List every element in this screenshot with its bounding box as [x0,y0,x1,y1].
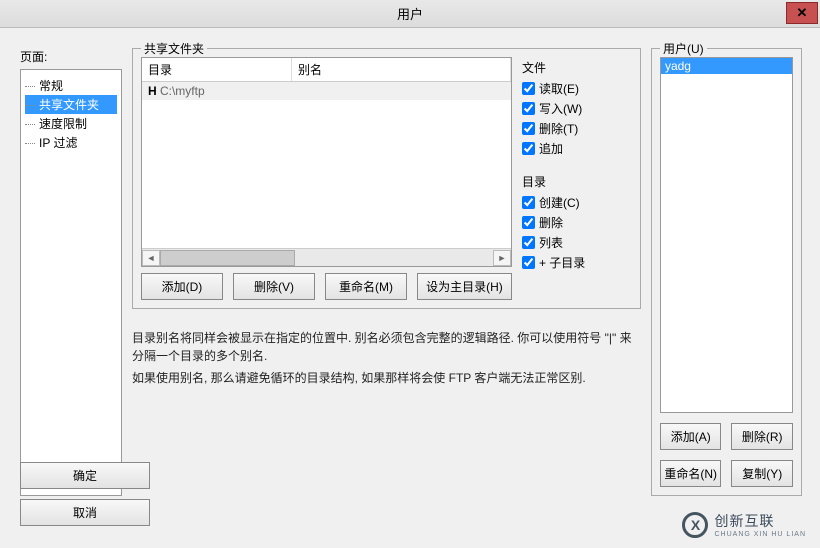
perm-file-delete[interactable]: 删除(T) [522,120,632,137]
file-perms-label: 文件 [522,59,632,76]
brand-logo: X 创新互联 CHUANG XIN HU LIAN [682,511,806,538]
scroll-thumb[interactable] [160,250,295,266]
horizontal-scrollbar[interactable]: ◄ ► [142,248,511,266]
brand-icon: X [682,512,708,538]
checkbox-delete[interactable] [522,122,535,135]
scroll-left-icon[interactable]: ◄ [142,250,160,266]
home-indicator: H [148,84,160,98]
close-button[interactable]: ✕ [786,2,818,24]
col-header-alias[interactable]: 别名 [292,58,511,81]
content: 页面: 常规 共享文件夹 速度限制 IP 过滤 共享文件夹 目录 别名 H [0,28,820,508]
directory-buttons: 添加(D) 删除(V) 重命名(M) 设为主目录(H) [141,273,512,300]
checkbox-read[interactable] [522,82,535,95]
directory-path: C:\myftp [160,84,205,98]
col-header-directory[interactable]: 目录 [142,58,292,81]
directory-list[interactable]: 目录 别名 H C:\myftp ◄ ► [141,57,512,267]
tree-item-shared-folders[interactable]: 共享文件夹 [25,95,117,114]
users-panel: 用户(U) yadg 添加(A) 删除(R) 重命名(N) 复制(Y) [651,48,802,496]
remove-dir-button[interactable]: 删除(V) [233,273,315,300]
users-group: 用户(U) yadg 添加(A) 删除(R) 重命名(N) 复制(Y) [651,48,802,496]
shared-folders-group: 共享文件夹 目录 别名 H C:\myftp ◄ [132,48,641,309]
scroll-right-icon[interactable]: ► [493,250,511,266]
perm-dir-list[interactable]: 列表 [522,234,632,251]
scroll-track[interactable] [160,250,493,266]
tree-item-speed-limits[interactable]: 速度限制 [25,114,117,133]
user-buttons: 添加(A) 删除(R) 重命名(N) 复制(Y) [660,423,793,487]
perm-file-write[interactable]: 写入(W) [522,100,632,117]
alias-description-1: 目录别名将同样会被显示在指定的位置中. 别名必须包含完整的逻辑路径. 你可以使用… [132,329,641,365]
user-item[interactable]: yadg [661,58,792,74]
shared-folders-title: 共享文件夹 [141,40,207,57]
pages-tree[interactable]: 常规 共享文件夹 速度限制 IP 过滤 [20,69,122,496]
pages-label: 页面: [20,48,122,65]
tree-item-ip-filter[interactable]: IP 过滤 [25,133,117,152]
dialog-buttons: 确定 取消 [20,462,150,526]
set-home-dir-button[interactable]: 设为主目录(H) [417,273,512,300]
checkbox-write[interactable] [522,102,535,115]
perm-file-append[interactable]: 追加 [522,140,632,157]
brand-text: 创新互联 [714,513,774,529]
copy-user-button[interactable]: 复制(Y) [731,460,793,487]
checkbox-append[interactable] [522,142,535,155]
rename-user-button[interactable]: 重命名(N) [660,460,722,487]
perm-dir-create[interactable]: 创建(C) [522,194,632,211]
directory-row[interactable]: H C:\myftp [142,82,511,100]
dir-perms-label: 目录 [522,173,632,190]
perm-dir-subdirs[interactable]: + 子目录 [522,254,632,271]
cancel-button[interactable]: 取消 [20,499,150,526]
permissions-column: 文件 读取(E) 写入(W) 删除(T) 追加 目录 创建(C) 删除 列表 +… [522,57,632,300]
users-title: 用户(U) [660,40,707,57]
shared-folders-panel: 共享文件夹 目录 别名 H C:\myftp ◄ [132,48,641,496]
add-user-button[interactable]: 添加(A) [660,423,722,450]
rename-dir-button[interactable]: 重命名(M) [325,273,407,300]
pages-panel: 页面: 常规 共享文件夹 速度限制 IP 过滤 [20,48,122,496]
users-list[interactable]: yadg [660,57,793,413]
checkbox-subdirs[interactable] [522,256,535,269]
brand-subtext: CHUANG XIN HU LIAN [714,531,806,538]
checkbox-create[interactable] [522,196,535,209]
remove-user-button[interactable]: 删除(R) [731,423,793,450]
add-dir-button[interactable]: 添加(D) [141,273,223,300]
checkbox-dir-delete[interactable] [522,216,535,229]
directory-list-header: 目录 别名 [142,58,511,82]
window-title: 用户 [397,4,423,23]
titlebar: 用户 ✕ [0,0,820,28]
perm-dir-delete[interactable]: 删除 [522,214,632,231]
tree-item-general[interactable]: 常规 [25,76,117,95]
checkbox-list[interactable] [522,236,535,249]
perm-file-read[interactable]: 读取(E) [522,80,632,97]
ok-button[interactable]: 确定 [20,462,150,489]
alias-description-2: 如果使用别名, 那么请避免循环的目录结构, 如果那样将会使 FTP 客户端无法正… [132,369,641,387]
